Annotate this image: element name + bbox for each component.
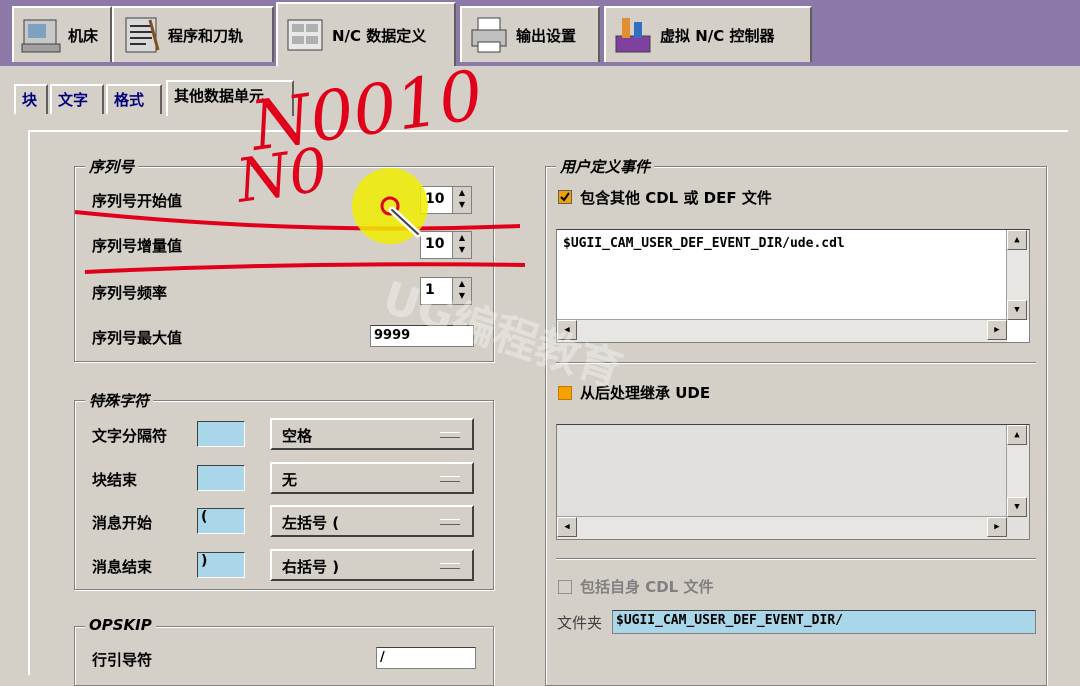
machine-icon [20, 14, 62, 56]
scroll-down-icon[interactable]: ▼ [1007, 497, 1027, 517]
dropdown-handle-icon [440, 519, 460, 525]
folder-input[interactable]: $UGII_CAM_USER_DEF_EVENT_DIR/ [612, 610, 1036, 634]
tab-machine[interactable]: 机床 [12, 6, 112, 62]
end-of-block-field[interactable] [197, 465, 245, 491]
tab-label: 输出设置 [516, 26, 577, 45]
dropdown-handle-icon [440, 563, 460, 569]
tab-other-data-elements[interactable]: 其他数据单元 [166, 80, 294, 116]
program-icon [120, 14, 162, 56]
spinner-value: 1 [425, 282, 435, 298]
word-separator-label: 文字分隔符 [92, 427, 168, 445]
controller-icon [612, 14, 654, 56]
vertical-scrollbar[interactable]: ▲ ▼ [1006, 425, 1029, 517]
dropdown-handle-icon [440, 432, 460, 438]
sequence-max-label: 序列号最大值 [92, 329, 183, 347]
nc-data-icon [284, 14, 326, 56]
tab-virtual-controller[interactable]: 虚拟 N/C 控制器 [604, 6, 812, 62]
message-end-label: 消息结束 [92, 558, 153, 576]
spinner-arrows-icon[interactable]: ▲ ▼ [452, 187, 471, 213]
sequence-increment-label: 序列号增量值 [92, 237, 183, 255]
message-start-dropdown[interactable]: 左括号 ( [270, 505, 474, 537]
list-item[interactable]: $UGII_CAM_USER_DEF_EVENT_DIR/ude.cdl [557, 230, 1029, 257]
tab-output[interactable]: 输出设置 [460, 6, 600, 62]
group-title: 用户定义事件 [556, 156, 655, 177]
top-tab-strip: 机床 程序和刀轨 N/C 数据定义 输出设置 虚拟 N/C 控制器 [0, 0, 1080, 66]
message-end-field[interactable]: ) [197, 552, 245, 578]
dropdown-value: 空格 [282, 427, 313, 445]
message-end-dropdown[interactable]: 右括号 ) [270, 549, 474, 581]
leader-label: 行引导符 [92, 651, 153, 669]
include-other-checkbox[interactable] [558, 190, 572, 204]
scroll-left-icon[interactable]: ◀ [557, 517, 577, 537]
scroll-left-icon[interactable]: ◀ [557, 320, 577, 340]
dropdown-handle-icon [440, 476, 460, 482]
group-title: 特殊字符 [85, 390, 154, 411]
folder-label: 文件夹 [557, 614, 603, 632]
spinner-arrows-icon[interactable]: ▲ ▼ [452, 278, 471, 304]
group-title: OPSKIP [85, 616, 156, 634]
sequence-start-spinner[interactable]: 10 ▲ ▼ [420, 186, 472, 214]
inherit-ude-list[interactable]: ▲ ▼ ◀ ▶ [556, 424, 1030, 540]
sequence-increment-spinner[interactable]: 10 ▲ ▼ [420, 231, 472, 259]
dropdown-value: 右括号 ) [282, 558, 340, 576]
include-own-label: 包括自身 CDL 文件 [580, 578, 714, 596]
spinner-value: 10 [425, 191, 445, 207]
tab-word[interactable]: 文字 [50, 84, 104, 114]
scroll-up-icon[interactable]: ▲ [1007, 425, 1027, 445]
include-own-checkbox[interactable] [558, 580, 572, 594]
dropdown-value: 无 [282, 471, 298, 489]
scroll-right-icon[interactable]: ▶ [987, 517, 1007, 537]
sub-tab-label: 文字 [58, 91, 89, 109]
scroll-down-icon[interactable]: ▼ [1007, 300, 1027, 320]
tab-label: 机床 [68, 26, 99, 45]
message-start-field[interactable]: ( [197, 508, 245, 534]
printer-icon [468, 14, 510, 56]
sub-tab-label: 其他数据单元 [174, 87, 265, 105]
spinner-arrows-icon[interactable]: ▲ ▼ [452, 232, 471, 258]
tab-nc-data[interactable]: N/C 数据定义 [276, 2, 456, 66]
group-title: 序列号 [85, 156, 139, 177]
tab-block[interactable]: 块 [14, 84, 48, 114]
end-of-block-label: 块结束 [92, 471, 138, 489]
horizontal-scrollbar[interactable]: ◀ ▶ [557, 319, 1007, 342]
divider [556, 362, 1036, 363]
include-other-label: 包含其他 CDL 或 DEF 文件 [580, 189, 772, 207]
sequence-max-input[interactable]: 9999 [370, 325, 474, 347]
tab-program[interactable]: 程序和刀轨 [112, 6, 274, 62]
sequence-frequency-spinner[interactable]: 1 ▲ ▼ [420, 277, 472, 305]
message-start-label: 消息开始 [92, 514, 153, 532]
end-of-block-dropdown[interactable]: 无 [270, 462, 474, 494]
inherit-ude-checkbox[interactable] [558, 386, 572, 400]
tab-label: 程序和刀轨 [168, 26, 244, 45]
leader-input[interactable]: / [376, 647, 476, 669]
sequence-frequency-label: 序列号频率 [92, 284, 168, 302]
dropdown-value: 左括号 ( [282, 514, 340, 532]
sub-tab-label: 块 [22, 91, 38, 109]
vertical-scrollbar[interactable]: ▲ ▼ [1006, 230, 1029, 320]
sequence-start-label: 序列号开始值 [92, 192, 183, 210]
word-separator-dropdown[interactable]: 空格 [270, 418, 474, 450]
tab-label: N/C 数据定义 [332, 26, 427, 45]
horizontal-scrollbar[interactable]: ◀ ▶ [557, 516, 1007, 539]
inherit-ude-label: 从后处理继承 UDE [580, 384, 711, 402]
sub-tab-label: 格式 [114, 91, 145, 109]
spinner-value: 10 [425, 236, 445, 252]
tab-format[interactable]: 格式 [106, 84, 162, 114]
divider [556, 558, 1036, 559]
scroll-right-icon[interactable]: ▶ [987, 320, 1007, 340]
scroll-up-icon[interactable]: ▲ [1007, 230, 1027, 250]
word-separator-field[interactable] [197, 421, 245, 447]
cdl-file-list[interactable]: $UGII_CAM_USER_DEF_EVENT_DIR/ude.cdl ▲ ▼… [556, 229, 1030, 343]
tab-label: 虚拟 N/C 控制器 [660, 26, 775, 45]
